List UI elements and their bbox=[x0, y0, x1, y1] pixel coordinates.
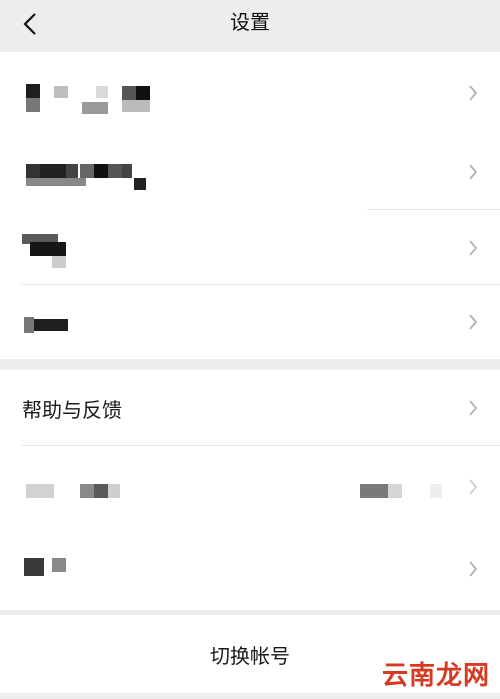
settings-row-help-feedback[interactable]: 帮助与反馈 bbox=[0, 370, 500, 446]
row-label: 帮助与反馈 bbox=[22, 397, 122, 422]
settings-group-1 bbox=[0, 52, 500, 359]
obscured-label bbox=[22, 234, 82, 274]
page-title: 设置 bbox=[230, 10, 270, 34]
switch-account-label: 切换帐号 bbox=[210, 643, 290, 668]
obscured-label bbox=[26, 84, 156, 114]
obscured-value bbox=[360, 484, 450, 500]
chevron-right-icon bbox=[469, 239, 478, 256]
settings-group-2: 帮助与反馈 bbox=[0, 370, 500, 610]
obscured-label bbox=[26, 484, 126, 500]
settings-row-3[interactable] bbox=[0, 210, 500, 285]
obscured-label bbox=[24, 554, 84, 578]
watermark: 云南龙网 bbox=[381, 661, 490, 691]
chevron-right-icon bbox=[469, 164, 478, 180]
obscured-label bbox=[26, 162, 156, 192]
obscured-label bbox=[24, 317, 74, 333]
chevron-right-icon bbox=[469, 85, 478, 101]
chevron-right-icon bbox=[469, 479, 478, 495]
settings-row-4[interactable] bbox=[0, 285, 500, 359]
white-smear bbox=[0, 192, 370, 212]
chevron-right-icon bbox=[469, 561, 478, 577]
chevron-right-icon bbox=[469, 400, 478, 416]
chevron-right-icon bbox=[469, 314, 478, 330]
nav-bar: 设置 bbox=[0, 0, 500, 50]
settings-row-7[interactable] bbox=[0, 528, 500, 610]
